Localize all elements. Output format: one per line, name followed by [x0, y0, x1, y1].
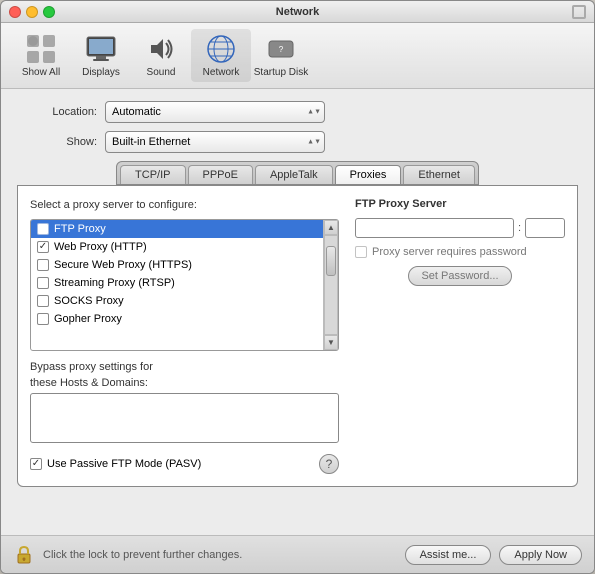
ftp-proxy-title: FTP Proxy Server — [355, 198, 565, 210]
ftp-inputs-row: : — [355, 218, 565, 238]
tab-tcpip[interactable]: TCP/IP — [120, 165, 185, 184]
proxy-web-label: Web Proxy (HTTP) — [54, 241, 147, 253]
toolbar-item-startup-disk[interactable]: ? Startup Disk — [251, 29, 311, 82]
bypass-section: Bypass proxy settings for these Hosts & … — [30, 361, 339, 474]
sound-label: Sound — [147, 67, 176, 78]
location-select-wrapper[interactable]: Automatic — [105, 101, 325, 123]
requires-password-label: Proxy server requires password — [372, 246, 527, 258]
scroll-down-button[interactable]: ▼ — [324, 335, 338, 350]
bypass-label-2: these Hosts & Domains: — [30, 377, 339, 389]
tab-ethernet[interactable]: Ethernet — [403, 165, 475, 184]
proxy-item-streaming[interactable]: Streaming Proxy (RTSP) — [31, 274, 323, 292]
title-bar: Network — [1, 1, 594, 23]
show-row: Show: Built-in Ethernet — [17, 131, 578, 153]
minimize-button[interactable] — [26, 6, 38, 18]
main-window: Network Show All — [0, 0, 595, 574]
tab-pppoe[interactable]: PPPoE — [188, 165, 253, 184]
status-bar: Click the lock to prevent further change… — [1, 535, 594, 573]
traffic-lights — [9, 6, 55, 18]
close-button[interactable] — [9, 6, 21, 18]
toolbar: Show All Displays Sound — [1, 23, 594, 89]
pasv-checkbox[interactable]: ✓ — [30, 458, 42, 470]
window-title: Network — [276, 6, 319, 18]
toolbar-item-displays[interactable]: Displays — [71, 29, 131, 82]
location-select[interactable]: Automatic — [105, 101, 325, 123]
proxy-secure-web-label: Secure Web Proxy (HTTPS) — [54, 259, 192, 271]
startup-disk-label: Startup Disk — [254, 67, 308, 78]
maximize-button[interactable] — [43, 6, 55, 18]
location-row: Location: Automatic — [17, 101, 578, 123]
lock-icon[interactable] — [13, 544, 35, 566]
proxy-list-heading: Select a proxy server to configure: — [30, 198, 339, 213]
toolbar-item-show-all[interactable]: Show All — [11, 29, 71, 82]
displays-label: Displays — [82, 67, 120, 78]
proxy-web-checkbox[interactable]: ✓ — [37, 241, 49, 253]
proxy-socks-checkbox[interactable] — [37, 295, 49, 307]
show-all-icon — [25, 33, 57, 65]
proxy-list: ✓ FTP Proxy ✓ Web Proxy (HTTP) Secure We… — [30, 219, 339, 351]
tabs-container: TCP/IP PPPoE AppleTalk Proxies Ethernet — [17, 161, 578, 185]
show-label: Show: — [17, 136, 97, 148]
toolbar-item-sound[interactable]: Sound — [131, 29, 191, 82]
show-all-label: Show All — [22, 67, 60, 78]
show-select-wrapper[interactable]: Built-in Ethernet — [105, 131, 325, 153]
pasv-label: Use Passive FTP Mode (PASV) — [47, 458, 201, 470]
requires-password-row: Proxy server requires password — [355, 246, 565, 258]
proxy-list-scrollbar: ▲ ▼ — [323, 220, 338, 350]
proxy-item-socks[interactable]: SOCKS Proxy — [31, 292, 323, 310]
proxy-list-items: ✓ FTP Proxy ✓ Web Proxy (HTTP) Secure We… — [31, 220, 323, 350]
proxy-gopher-label: Gopher Proxy — [54, 313, 122, 325]
proxy-streaming-label: Streaming Proxy (RTSP) — [54, 277, 175, 289]
proxy-item-web[interactable]: ✓ Web Proxy (HTTP) — [31, 238, 323, 256]
pasv-row: ✓ Use Passive FTP Mode (PASV) ? — [30, 454, 339, 474]
apply-now-button[interactable]: Apply Now — [499, 545, 582, 565]
ftp-server-input[interactable] — [355, 218, 514, 238]
svg-text:?: ? — [279, 45, 284, 54]
proxy-ftp-checkbox[interactable]: ✓ — [37, 223, 49, 235]
tab-appletalk[interactable]: AppleTalk — [255, 165, 333, 184]
startup-disk-icon: ? — [265, 33, 297, 65]
bypass-input[interactable] — [30, 393, 339, 443]
proxy-ftp-label: FTP Proxy — [54, 223, 106, 235]
sound-icon — [145, 33, 177, 65]
proxy-socks-label: SOCKS Proxy — [54, 295, 124, 307]
network-label: Network — [203, 67, 240, 78]
proxies-panel: Select a proxy server to configure: ✓ FT… — [17, 185, 578, 487]
status-buttons: Assist me... Apply Now — [405, 545, 582, 565]
network-icon — [205, 33, 237, 65]
scroll-thumb[interactable] — [326, 246, 336, 276]
requires-password-checkbox[interactable] — [355, 246, 367, 258]
proxy-list-inner: ✓ FTP Proxy ✓ Web Proxy (HTTP) Secure We… — [31, 220, 338, 350]
set-password-button[interactable]: Set Password... — [408, 266, 511, 286]
proxy-gopher-checkbox[interactable] — [37, 313, 49, 325]
tabs: TCP/IP PPPoE AppleTalk Proxies Ethernet — [116, 161, 479, 185]
panel-inner: Select a proxy server to configure: ✓ FT… — [30, 198, 565, 474]
ftp-port-input[interactable] — [525, 218, 565, 238]
proxy-item-gopher[interactable]: Gopher Proxy — [31, 310, 323, 328]
assist-button[interactable]: Assist me... — [405, 545, 492, 565]
show-select[interactable]: Built-in Ethernet — [105, 131, 325, 153]
scroll-track[interactable] — [324, 235, 338, 335]
tab-proxies[interactable]: Proxies — [335, 165, 402, 184]
content-area: Location: Automatic Show: Built-in Ether… — [1, 89, 594, 535]
proxy-streaming-checkbox[interactable] — [37, 277, 49, 289]
displays-icon — [85, 33, 117, 65]
bypass-label-1: Bypass proxy settings for — [30, 361, 339, 373]
resize-indicator — [572, 5, 586, 19]
ftp-proxy-section: FTP Proxy Server : Proxy server requires… — [355, 198, 565, 474]
ftp-colon: : — [518, 222, 521, 234]
location-label: Location: — [17, 106, 97, 118]
scroll-up-button[interactable]: ▲ — [324, 220, 338, 235]
proxy-list-section: Select a proxy server to configure: ✓ FT… — [30, 198, 339, 474]
proxy-secure-web-checkbox[interactable] — [37, 259, 49, 271]
toolbar-item-network[interactable]: Network — [191, 29, 251, 82]
proxy-item-secure-web[interactable]: Secure Web Proxy (HTTPS) — [31, 256, 323, 274]
lock-text: Click the lock to prevent further change… — [43, 549, 405, 561]
help-icon[interactable]: ? — [319, 454, 339, 474]
proxy-item-ftp[interactable]: ✓ FTP Proxy — [31, 220, 323, 238]
